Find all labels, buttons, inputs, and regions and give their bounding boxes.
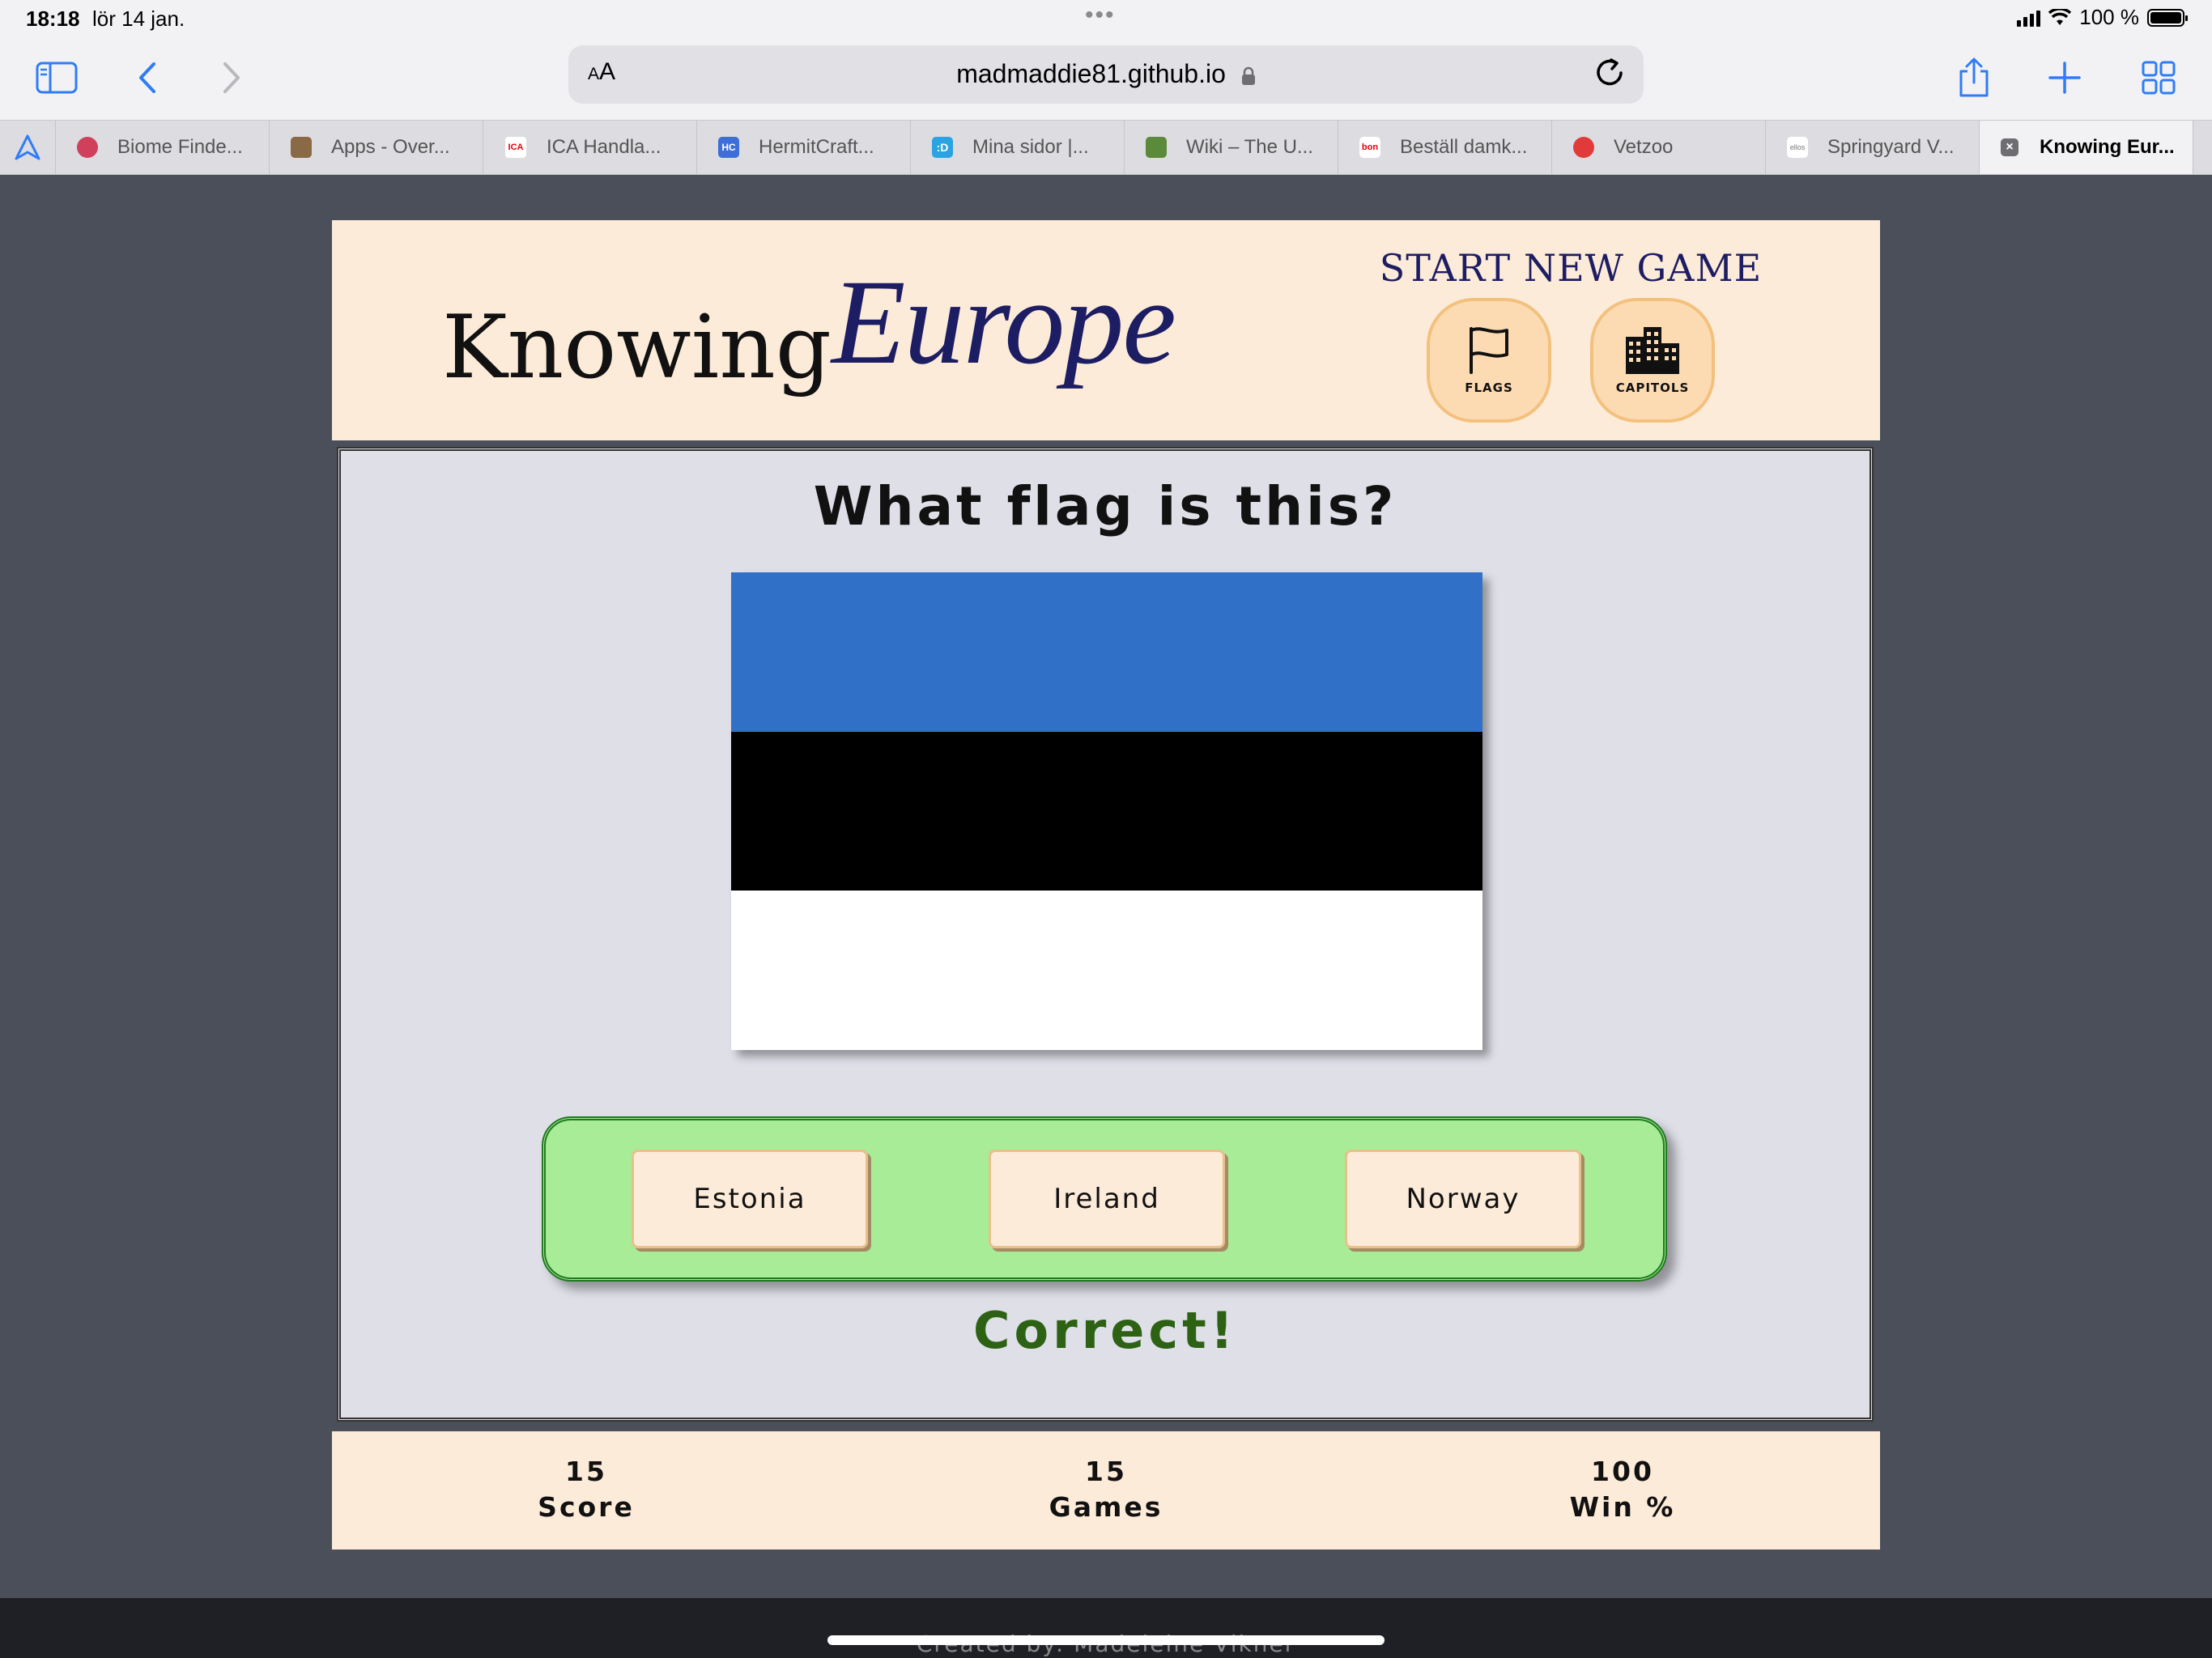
- ellos-favicon-icon: ellos: [1787, 137, 1808, 158]
- tab-label: Beställ damk...: [1400, 136, 1528, 158]
- answer-button-ireland[interactable]: Ireland: [989, 1150, 1225, 1248]
- start-new-game-title: START NEW GAME: [1379, 246, 1763, 290]
- apps-favicon-icon: [291, 137, 312, 158]
- vetzoo-favicon-icon: [1573, 137, 1594, 158]
- tab-mina-sidor[interactable]: :D Mina sidor |...: [911, 121, 1125, 174]
- flags-game-button[interactable]: FLAGS: [1427, 298, 1551, 423]
- status-indicators: 100 %: [2017, 5, 2188, 30]
- tab-ica-handla[interactable]: ICA ICA Handla...: [483, 121, 697, 174]
- hermitcraft-favicon-icon: HC: [718, 137, 739, 158]
- flag-stripe-top: [731, 572, 1482, 732]
- close-tab-icon[interactable]: ×: [2001, 138, 2018, 156]
- battery-icon: [2147, 8, 2188, 27]
- flag-image: [731, 572, 1482, 1051]
- score-value: 15: [565, 1456, 607, 1487]
- answer-panel: Estonia Ireland Norway: [542, 1116, 1667, 1282]
- status-bar: 18:18 lör 14 jan. ••• 100 %: [0, 0, 2212, 39]
- score-stat: 15 Score: [457, 1454, 716, 1525]
- games-label: Games: [1049, 1491, 1163, 1523]
- tab-bestall[interactable]: bon Beställ damk...: [1338, 121, 1552, 174]
- result-message: Correct!: [973, 1301, 1237, 1360]
- reload-icon[interactable]: [1592, 55, 1627, 91]
- stats-bar: 15 Score 15 Games 100 Win %: [332, 1431, 1880, 1550]
- games-value: 15: [1085, 1456, 1127, 1487]
- wifi-icon: [2048, 8, 2072, 25]
- tab-label: ICA Handla...: [547, 136, 661, 158]
- tab-label: Apps - Over...: [331, 136, 450, 158]
- lock-icon: [1241, 66, 1255, 85]
- biome-finder-favicon-icon: [77, 137, 98, 158]
- tab-label: Springyard V...: [1827, 136, 1955, 158]
- wiki-favicon-icon: [1146, 137, 1167, 158]
- tab-apps-overview[interactable]: Apps - Over...: [270, 121, 483, 174]
- tab-label: Vetzoo: [1614, 136, 1674, 158]
- tab-label: HermitCraft...: [759, 136, 874, 158]
- capitols-game-button[interactable]: CAPITOLS: [1590, 298, 1715, 423]
- cellular-signal-icon: [2017, 9, 2041, 27]
- tab-overview-icon[interactable]: [2134, 53, 2183, 102]
- site-logo[interactable]: KnowingEurope: [442, 253, 1176, 398]
- game-area: What flag is this? Estonia Ireland Norwa…: [337, 447, 1874, 1422]
- win-value: 100: [1591, 1456, 1654, 1487]
- capitols-label: CAPITOLS: [1615, 380, 1690, 395]
- score-label: Score: [538, 1491, 635, 1523]
- mina-sidor-favicon-icon: :D: [932, 137, 953, 158]
- flag-stripe-middle: [731, 731, 1482, 891]
- logo-europe: Europe: [831, 255, 1176, 389]
- address-bar[interactable]: AA madmaddie81.github.io: [568, 45, 1644, 104]
- new-tab-icon[interactable]: [2040, 53, 2089, 102]
- answer-button-norway[interactable]: Norway: [1345, 1150, 1581, 1248]
- tab-label: Wiki – The U...: [1186, 136, 1313, 158]
- tab-wiki[interactable]: Wiki – The U...: [1125, 121, 1338, 174]
- status-date: lör 14 jan.: [92, 6, 185, 31]
- flag-icon: [1470, 327, 1508, 374]
- browser-toolbar: AA madmaddie81.github.io: [0, 39, 2212, 120]
- answer-button-estonia[interactable]: Estonia: [632, 1150, 868, 1248]
- tab-label: Mina sidor |...: [972, 136, 1089, 158]
- tab-bar: Biome Finde... Apps - Over... ICA ICA Ha…: [0, 120, 2212, 175]
- sidebar-toggle-icon[interactable]: [32, 53, 81, 102]
- status-time: 18:18: [26, 6, 80, 31]
- tab-knowing-europe[interactable]: × Knowing Eur...: [1980, 121, 2193, 174]
- site-footer: Created by: Madeleine Vikner: [0, 1598, 2212, 1658]
- games-stat: 15 Games: [976, 1454, 1236, 1525]
- forward-icon[interactable]: [207, 53, 256, 102]
- multitasking-dots[interactable]: •••: [1085, 2, 1116, 29]
- win-label: Win %: [1569, 1491, 1676, 1523]
- tab-vetzoo[interactable]: Vetzoo: [1552, 121, 1766, 174]
- url-text: madmaddie81.github.io: [956, 59, 1226, 88]
- tab-biome-finder[interactable]: Biome Finde...: [56, 121, 270, 174]
- flag-stripe-bottom: [731, 891, 1482, 1051]
- win-percent-stat: 100 Win %: [1493, 1454, 1752, 1525]
- question-title: What flag is this?: [813, 475, 1397, 538]
- tab-location[interactable]: [0, 121, 56, 174]
- tab-label: Biome Finde...: [117, 136, 243, 158]
- tab-hermitcraft[interactable]: HC HermitCraft...: [697, 121, 911, 174]
- city-buildings-icon: [1626, 327, 1679, 374]
- url-display[interactable]: madmaddie81.github.io: [568, 59, 1644, 89]
- site-header: KnowingEurope START NEW GAME FLAGS CAPIT…: [332, 220, 1880, 440]
- logo-knowing: Knowing: [442, 297, 832, 398]
- share-icon[interactable]: [1950, 53, 1998, 102]
- tab-label: Knowing Eur...: [2040, 136, 2175, 158]
- location-arrow-icon: [15, 134, 40, 160]
- tab-springyard[interactable]: ellos Springyard V...: [1766, 121, 1980, 174]
- bonprix-favicon-icon: bon: [1359, 137, 1380, 158]
- battery-percent: 100 %: [2079, 5, 2139, 29]
- flags-label: FLAGS: [1465, 380, 1513, 395]
- back-icon[interactable]: [123, 53, 172, 102]
- home-indicator[interactable]: [827, 1635, 1385, 1645]
- ica-favicon-icon: ICA: [504, 136, 527, 159]
